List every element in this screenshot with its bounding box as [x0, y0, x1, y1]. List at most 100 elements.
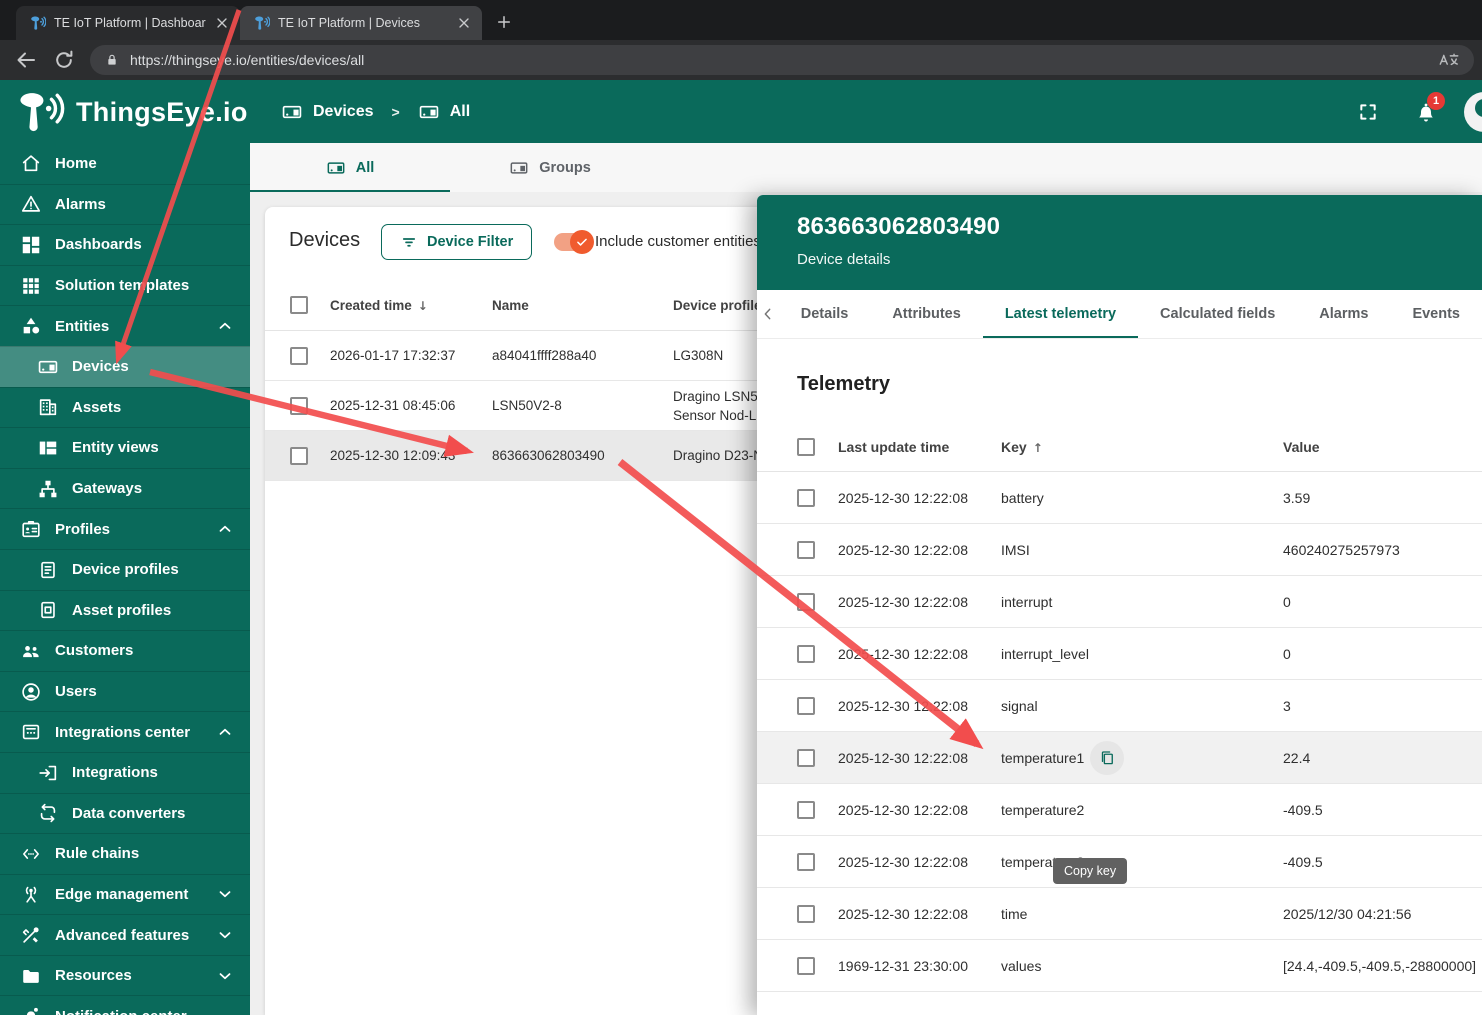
refresh-icon[interactable] — [52, 48, 76, 72]
row-checkbox[interactable] — [797, 749, 815, 767]
value-cell: 3.59 — [1283, 490, 1482, 506]
key-cell: IMSI — [1001, 542, 1283, 558]
telemetry-row[interactable]: 2025-12-30 12:22:08 time 2025/12/30 04:2… — [757, 888, 1482, 940]
sidebar-item[interactable]: Rule chains — [0, 833, 250, 874]
sidebar-item[interactable]: Asset profiles — [0, 590, 250, 631]
sidebar-item[interactable]: Notification center — [0, 995, 250, 1015]
column-created-time[interactable]: Created time↓ — [330, 298, 492, 313]
toggle-label: Include customer entities — [595, 233, 761, 250]
sidebar-item[interactable]: Device profiles — [0, 549, 250, 590]
row-checkbox[interactable] — [797, 489, 815, 507]
sidebar-item[interactable]: Customers — [0, 630, 250, 671]
include-customer-entities-toggle[interactable] — [554, 233, 590, 251]
copy-key-button[interactable] — [1090, 741, 1124, 775]
chevron-down-icon — [216, 926, 234, 944]
sidebar-item-label: Alarms — [55, 196, 106, 213]
customers-icon — [20, 640, 42, 662]
drawer-tab[interactable]: Latest telemetry — [983, 290, 1138, 338]
row-checkbox[interactable] — [797, 541, 815, 559]
tab-all-label: All — [356, 160, 375, 176]
sidebar-item[interactable]: Dashboards — [0, 224, 250, 265]
integrations-icon — [37, 762, 59, 784]
sidebar-item-label: Customers — [55, 642, 133, 659]
breadcrumb-devices[interactable]: Devices — [313, 103, 374, 121]
sidebar-item[interactable]: Edge management — [0, 874, 250, 915]
sidebar-item[interactable]: Advanced features — [0, 914, 250, 955]
column-name[interactable]: Name — [492, 298, 673, 313]
chevron-up-icon — [216, 317, 234, 335]
sidebar-item-label: Resources — [55, 967, 132, 984]
row-checkbox[interactable] — [290, 397, 308, 415]
close-tab-icon[interactable] — [456, 15, 472, 31]
row-checkbox[interactable] — [797, 957, 815, 975]
drawer-tab[interactable]: Calculated fields — [1138, 290, 1297, 338]
logo[interactable]: ThingsEye.io — [14, 89, 248, 135]
sidebar-item[interactable]: Integrations center — [0, 711, 250, 752]
drawer-tab[interactable]: Alarms — [1297, 290, 1390, 338]
devices-title: Devices — [289, 229, 360, 252]
row-checkbox[interactable] — [797, 593, 815, 611]
advanced-features-icon — [20, 924, 42, 946]
new-tab-button[interactable] — [490, 8, 518, 36]
column-last-update-time[interactable]: Last update time — [838, 439, 1001, 455]
telemetry-table-header: Last update time Key↑ Value — [757, 422, 1482, 472]
sidebar-item[interactable]: Data converters — [0, 793, 250, 834]
tab-scroll-left[interactable] — [757, 290, 779, 338]
row-checkbox[interactable] — [290, 447, 308, 465]
tab-all[interactable]: All — [250, 143, 450, 192]
row-checkbox[interactable] — [797, 853, 815, 871]
telemetry-row[interactable]: 2025-12-30 12:22:08 temperature1 22.4 — [757, 732, 1482, 784]
sidebar-item[interactable]: Solution templates — [0, 265, 250, 306]
translate-icon[interactable] — [1438, 51, 1460, 69]
telemetry-row[interactable]: 2025-12-30 12:22:08 interrupt 0 — [757, 576, 1482, 628]
fullscreen-icon[interactable] — [1358, 102, 1378, 122]
sidebar-item[interactable]: Integrations — [0, 752, 250, 793]
close-tab-icon[interactable] — [214, 15, 230, 31]
sidebar-item-label: Device profiles — [72, 561, 179, 578]
device-details-drawer: 863663062803490 Device details DetailsAt… — [757, 195, 1482, 1015]
header-actions: 1 — [1358, 80, 1482, 143]
row-checkbox[interactable] — [797, 697, 815, 715]
telemetry-row[interactable]: 2025-12-30 12:22:08 signal 3 — [757, 680, 1482, 732]
sidebar-item[interactable]: Entities — [0, 305, 250, 346]
avatar[interactable] — [1464, 92, 1482, 132]
sidebar-item[interactable]: Entity views — [0, 427, 250, 468]
column-key[interactable]: Key↑ — [1001, 439, 1283, 455]
plus-icon — [495, 13, 513, 31]
device-filter-button[interactable]: Device Filter — [381, 224, 532, 260]
sidebar-item[interactable]: Users — [0, 671, 250, 712]
telemetry-row[interactable]: 2025-12-30 12:22:08 battery 3.59 — [757, 472, 1482, 524]
sidebar-item[interactable]: Gateways — [0, 468, 250, 509]
back-icon[interactable] — [14, 48, 38, 72]
drawer-tab[interactable]: Events — [1390, 290, 1482, 338]
select-all-checkbox[interactable] — [290, 296, 308, 314]
last-update-time-cell: 2025-12-30 12:22:08 — [838, 750, 1001, 766]
device-profiles-icon — [37, 559, 59, 581]
drawer-tab[interactable]: Details — [779, 290, 871, 338]
column-value[interactable]: Value — [1283, 439, 1482, 455]
address-bar[interactable]: https://thingseye.io/entities/devices/al… — [90, 45, 1474, 75]
telemetry-row[interactable]: 2025-12-30 12:22:08 temperature2 -409.5 — [757, 784, 1482, 836]
sidebar-item[interactable]: Devices — [0, 346, 250, 387]
browser-tab-dashboard[interactable]: TE IoT Platform | Dashboard — [16, 6, 240, 40]
notifications-button[interactable]: 1 — [1414, 100, 1438, 124]
row-checkbox[interactable] — [797, 801, 815, 819]
select-all-checkbox[interactable] — [797, 438, 815, 456]
row-checkbox[interactable] — [290, 347, 308, 365]
sidebar-item[interactable]: Home — [0, 143, 250, 184]
sidebar-item[interactable]: Resources — [0, 955, 250, 996]
row-checkbox[interactable] — [797, 645, 815, 663]
sidebar-item[interactable]: Assets — [0, 387, 250, 428]
data-converters-icon — [37, 802, 59, 824]
row-checkbox[interactable] — [797, 905, 815, 923]
telemetry-row[interactable]: 1969-12-31 23:30:00 values [24.4,-409.5,… — [757, 940, 1482, 992]
chevron-down-icon — [216, 967, 234, 985]
sidebar-item[interactable]: Profiles — [0, 508, 250, 549]
sidebar-item[interactable]: Alarms — [0, 184, 250, 225]
telemetry-row[interactable]: 2025-12-30 12:22:08 IMSI 460240275257973 — [757, 524, 1482, 576]
breadcrumb-all[interactable]: All — [450, 103, 470, 121]
drawer-tab[interactable]: Attributes — [870, 290, 982, 338]
tab-groups[interactable]: Groups — [450, 143, 650, 192]
telemetry-row[interactable]: 2025-12-30 12:22:08 interrupt_level 0 — [757, 628, 1482, 680]
browser-tab-devices[interactable]: TE IoT Platform | Devices — [240, 6, 482, 40]
